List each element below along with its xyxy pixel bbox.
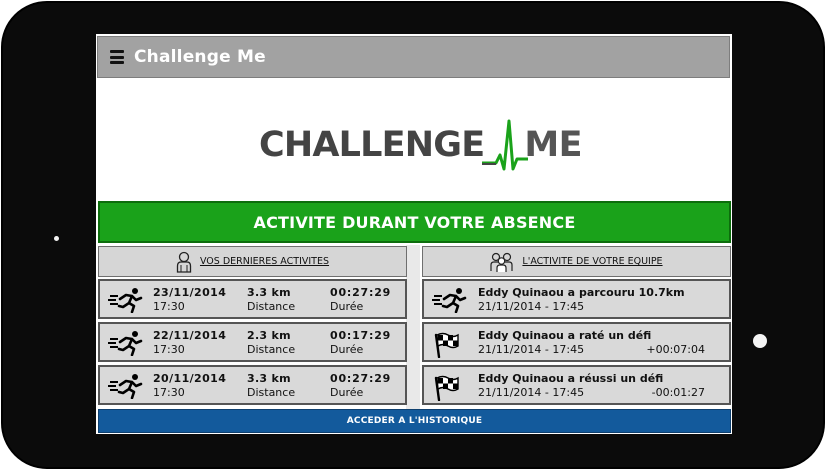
- distance-label: Distance: [247, 300, 296, 313]
- activity-time: 17:30: [153, 343, 185, 356]
- column-divider: [406, 245, 420, 409]
- team-activity-row[interactable]: Eddy Quinaou a réussi un défi 21/11/2014…: [422, 365, 731, 405]
- activity-distance: 3.3 km: [247, 372, 291, 385]
- activity-banner: ACTIVITE DURANT VOTRE ABSENCE: [98, 201, 731, 243]
- runner-icon: [108, 288, 143, 313]
- camera-dot: [54, 236, 59, 241]
- person-icon: [176, 251, 192, 273]
- team-activity-datetime: 21/11/2014 - 17:45: [478, 343, 585, 356]
- runner-icon: [108, 374, 143, 399]
- home-button[interactable]: [753, 334, 767, 348]
- team-activity-delta: -00:01:27: [651, 386, 705, 399]
- runner-icon: [108, 331, 143, 356]
- activity-distance: 2.3 km: [247, 329, 291, 342]
- activity-duration: 00:17:29: [330, 329, 392, 342]
- team-activity-datetime: 21/11/2014 - 17:45: [478, 300, 585, 313]
- team-activity-header-label: L'ACTIVITE DE VOTRE EQUIPE: [522, 256, 663, 267]
- logo-text-challenge: CHALLENGE: [259, 124, 485, 165]
- team-activity-column: L'ACTIVITE DE VOTRE EQUIPE Eddy Quinaou …: [422, 246, 731, 405]
- activity-time: 17:30: [153, 386, 185, 399]
- duration-label: Durée: [330, 300, 364, 313]
- team-activity-row[interactable]: Eddy Quinaou a parcouru 10.7km 21/11/201…: [422, 279, 731, 319]
- distance-label: Distance: [247, 386, 296, 399]
- activity-time: 17:30: [153, 300, 185, 313]
- team-activity-message: Eddy Quinaou a parcouru 10.7km: [478, 286, 685, 299]
- activity-duration: 00:27:29: [330, 286, 392, 299]
- checkered-flag-icon: [434, 332, 459, 358]
- group-icon: [490, 252, 514, 272]
- activity-date: 23/11/2014: [153, 286, 227, 299]
- duration-label: Durée: [330, 343, 364, 356]
- my-activities-header-label: VOS DERNIERES ACTIVITES: [199, 256, 330, 267]
- activity-row[interactable]: 23/11/2014 17:30 3.3 km Distance 00:27:2…: [98, 279, 407, 319]
- activity-duration: 00:27:29: [330, 372, 392, 385]
- history-button[interactable]: ACCEDER A L'HISTORIQUE: [98, 409, 731, 433]
- team-activity-message: Eddy Quinaou a réussi un défi: [478, 372, 664, 385]
- team-activity-delta: +00:07:04: [646, 343, 705, 356]
- checkered-flag-icon: [434, 375, 459, 401]
- my-activities-header[interactable]: VOS DERNIERES ACTIVITES: [98, 246, 407, 277]
- team-activity-message: Eddy Quinaou a raté un défi: [478, 329, 652, 342]
- activity-date: 20/11/2014: [153, 372, 227, 385]
- app-screen: Challenge Me CHALLENGE ME ACTIVITE DURAN…: [96, 34, 732, 434]
- hamburger-menu-icon[interactable]: [110, 50, 124, 64]
- activity-row[interactable]: 22/11/2014 17:30 2.3 km Distance 00:17:2…: [98, 322, 407, 362]
- team-activity-datetime: 21/11/2014 - 17:45: [478, 386, 585, 399]
- activity-distance: 3.3 km: [247, 286, 291, 299]
- logo-text-me: ME: [524, 124, 583, 165]
- activity-date: 22/11/2014: [153, 329, 227, 342]
- app-title: Challenge Me: [134, 47, 266, 67]
- runner-icon: [432, 288, 467, 313]
- team-activity-header[interactable]: L'ACTIVITE DE VOTRE EQUIPE: [422, 246, 731, 277]
- app-bar: Challenge Me: [97, 36, 730, 78]
- heartbeat-pulse-icon: [482, 119, 529, 171]
- activity-row[interactable]: 20/11/2014 17:30 3.3 km Distance 00:27:2…: [98, 365, 407, 405]
- duration-label: Durée: [330, 386, 364, 399]
- my-activities-column: VOS DERNIERES ACTIVITES 23/11/2014 17:30…: [98, 246, 407, 405]
- challenge-me-logo: CHALLENGE ME: [259, 119, 583, 171]
- team-activity-row[interactable]: Eddy Quinaou a raté un défi 21/11/2014 -…: [422, 322, 731, 362]
- distance-label: Distance: [247, 343, 296, 356]
- logo-area: CHALLENGE ME: [97, 80, 730, 198]
